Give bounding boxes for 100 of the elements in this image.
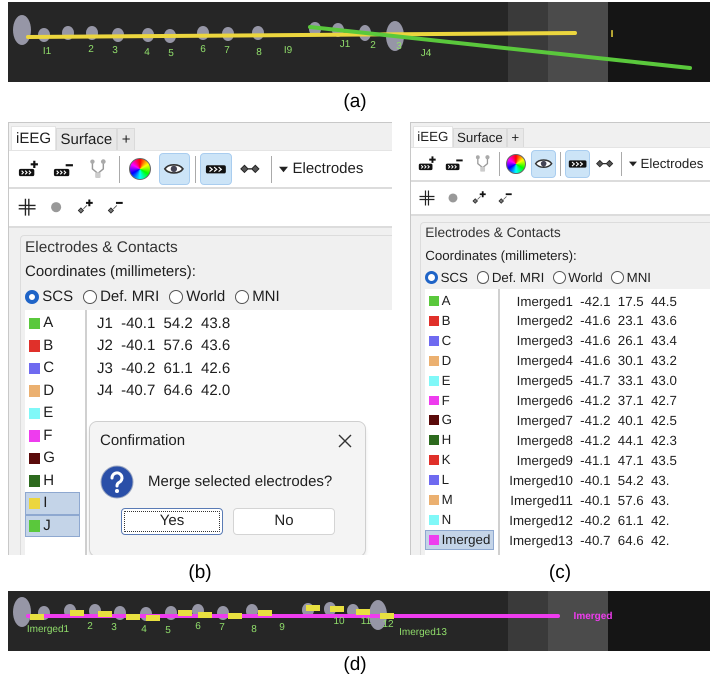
figure-caption: (a) xyxy=(343,90,367,114)
radio-option[interactable]: World xyxy=(552,268,603,288)
table-cell-text: J2 xyxy=(97,336,113,356)
toolbar-button[interactable] xyxy=(158,153,190,185)
tab[interactable]: iEEG xyxy=(412,126,453,147)
electrode-item[interactable]: A xyxy=(425,290,494,311)
tab[interactable]: + xyxy=(116,128,136,150)
electrode-name: H xyxy=(442,431,452,450)
table-cell-text: 61.1 xyxy=(618,512,644,530)
electrode-item[interactable]: A xyxy=(25,312,80,335)
table-cell-text: Imerged11 xyxy=(509,492,573,510)
contact-label: 5 xyxy=(168,48,174,59)
electrode-label: Imerged xyxy=(574,611,612,622)
radio-button[interactable] xyxy=(476,271,490,284)
electrode-item[interactable]: C xyxy=(425,330,494,351)
electrode-item[interactable]: F xyxy=(25,424,80,448)
figure-caption: (b) xyxy=(188,560,212,585)
radio-button[interactable] xyxy=(169,290,184,304)
caret-icon xyxy=(279,164,288,174)
radio-button[interactable] xyxy=(425,271,438,284)
electrode-item[interactable]: E xyxy=(25,402,80,425)
radio-option[interactable]: MNI xyxy=(611,268,651,288)
table-cell-text: -42.1 xyxy=(580,292,610,310)
electrode-label: I xyxy=(610,29,614,40)
tab[interactable]: Surface xyxy=(56,128,117,150)
radio-label: Def. MRI xyxy=(100,286,160,307)
crosshair-icon xyxy=(16,197,38,218)
contact-label: 8 xyxy=(256,47,262,58)
group-title: Electrodes & Contacts xyxy=(25,238,179,258)
radio-label: SCS xyxy=(42,286,74,307)
tab[interactable]: iEEG xyxy=(11,126,56,150)
radio-label: Def. MRI xyxy=(492,268,544,287)
electrode-item[interactable]: E xyxy=(425,370,494,391)
table-cell-text: 33.1 xyxy=(618,372,644,390)
table-cell-text: 64.6 xyxy=(164,381,193,402)
radio-button[interactable] xyxy=(25,290,40,304)
table-cell-text: 43.6 xyxy=(651,312,677,330)
electrode-item[interactable]: F xyxy=(425,390,494,410)
table-cell-text: -41.7 xyxy=(580,372,610,390)
electrode-item[interactable]: N xyxy=(425,510,494,530)
electrodes-dropdown[interactable]: Electrodes xyxy=(626,154,706,174)
electrode-name: E xyxy=(43,403,54,424)
contact-label: I9 xyxy=(284,45,292,56)
table-cell-text: 42.0 xyxy=(201,381,230,402)
contact-label: 8 xyxy=(251,624,257,635)
radio-option[interactable]: World xyxy=(169,286,226,308)
radio-option[interactable]: Def. MRI xyxy=(476,268,544,288)
radio-button[interactable] xyxy=(82,290,98,304)
electrode-item[interactable]: H xyxy=(425,430,494,450)
table-cell-text: J4 xyxy=(97,381,113,402)
electrode-name: N xyxy=(442,511,452,530)
toolbar-button[interactable] xyxy=(531,150,556,178)
table-cell-text: 42.7 xyxy=(651,392,677,410)
table-cell-text: 42.6 xyxy=(201,358,230,379)
electrode-item[interactable]: G xyxy=(425,410,494,430)
table-cell-text: Imerged8 xyxy=(516,432,573,450)
contact-label: I1 xyxy=(42,46,52,57)
electrode-item[interactable]: L xyxy=(425,470,494,490)
tab[interactable]: Surface xyxy=(452,128,508,147)
electrodes-dropdown[interactable]: Electrodes xyxy=(276,158,366,180)
tab[interactable]: + xyxy=(507,128,524,147)
table-cell-text: 42. xyxy=(651,532,670,550)
radio-button[interactable] xyxy=(611,271,624,284)
electrode-item[interactable]: B xyxy=(25,334,80,358)
table-cell-text: 23.1 xyxy=(618,312,644,330)
electrode-item[interactable]: C xyxy=(25,357,80,380)
color-wheel-icon xyxy=(128,158,151,180)
electrode-item[interactable]: D xyxy=(25,380,80,402)
radio-option[interactable]: Def. MRI xyxy=(82,286,160,308)
electrode-item[interactable]: I xyxy=(25,492,80,515)
radio-option[interactable]: SCS xyxy=(25,286,74,308)
electrode-item[interactable]: Imerged xyxy=(425,530,494,550)
electrode-item[interactable]: J xyxy=(25,514,80,538)
electrode-name: K xyxy=(442,451,450,470)
toolbar-button[interactable] xyxy=(200,153,232,185)
electrode-name: C xyxy=(442,332,452,350)
electrode-item[interactable]: B xyxy=(425,310,494,331)
dialog-button[interactable]: No xyxy=(233,508,335,535)
electrode-name: E xyxy=(442,372,450,390)
radio-option[interactable]: SCS xyxy=(425,268,468,288)
table-cell-text: 30.1 xyxy=(618,352,644,370)
dialog-button[interactable]: Yes xyxy=(121,508,223,535)
radio-label: MNI xyxy=(626,268,651,287)
electrode-item[interactable]: H xyxy=(25,470,80,492)
close-button[interactable] xyxy=(337,433,353,449)
electrode-name: G xyxy=(442,411,452,430)
radio-button[interactable] xyxy=(234,290,250,304)
contact-label: 2 xyxy=(88,44,94,55)
figure-caption: (c) xyxy=(548,560,572,585)
electrode-item[interactable]: D xyxy=(425,350,494,371)
radio-button[interactable] xyxy=(552,271,566,284)
electrode-item[interactable]: G xyxy=(25,447,80,470)
table-cell-text: 26.1 xyxy=(618,332,644,350)
table-cell-text: Imerged1 xyxy=(516,292,573,311)
table-cell-text: 43.6 xyxy=(201,336,230,356)
toolbar-button[interactable] xyxy=(564,150,590,178)
electrode-item[interactable]: K xyxy=(425,450,494,470)
electrode-name: C xyxy=(43,358,54,378)
electrode-item[interactable]: M xyxy=(425,490,494,510)
radio-option[interactable]: MNI xyxy=(234,286,280,308)
